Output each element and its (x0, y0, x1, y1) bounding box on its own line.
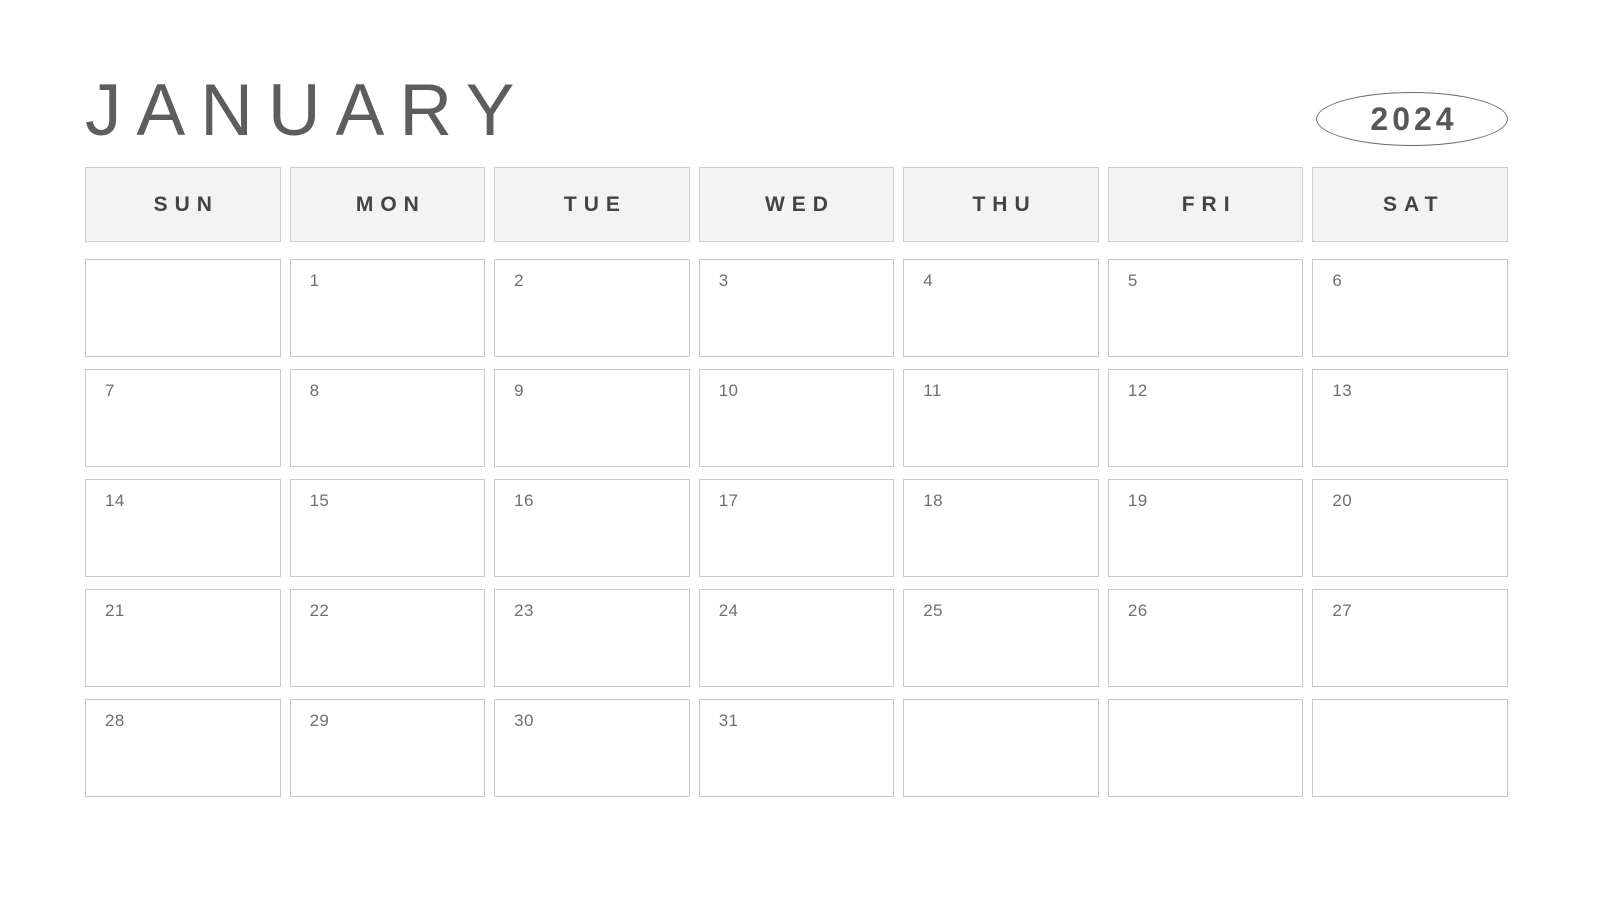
date-number: 12 (1127, 381, 1148, 400)
date-cell[interactable]: 20 (1312, 479, 1508, 577)
week-row: 1 2 3 4 5 6 (85, 259, 1508, 357)
calendar-grid: SUN MON TUE WED THU FRI SAT 1 2 3 4 5 6 … (85, 167, 1508, 797)
date-cell[interactable]: 30 (494, 699, 690, 797)
date-cell[interactable]: 15 (289, 479, 486, 577)
date-cell[interactable]: 10 (698, 369, 895, 467)
week-row: 14 15 16 17 18 19 20 (85, 479, 1508, 577)
date-number: 23 (514, 601, 534, 620)
date-cell[interactable]: 2 (494, 259, 690, 357)
date-cell[interactable] (1312, 699, 1508, 797)
page-title: JANUARY (85, 70, 530, 151)
date-number: 30 (514, 711, 534, 730)
date-cell[interactable]: 29 (289, 699, 486, 797)
date-number: 21 (105, 601, 125, 620)
date-cell[interactable]: 11 (903, 369, 1099, 467)
date-cell[interactable]: 6 (1312, 259, 1508, 357)
date-number: 4 (923, 271, 934, 290)
date-number: 8 (309, 381, 320, 400)
date-number: 31 (718, 711, 739, 730)
date-number: 18 (923, 491, 943, 510)
weekday-header-sun: SUN (85, 167, 281, 242)
date-number: 7 (105, 381, 115, 400)
weekday-header-thu: THU (903, 167, 1099, 242)
date-cell[interactable]: 23 (494, 589, 690, 687)
date-cell[interactable]: 22 (289, 589, 486, 687)
weekday-header-row: SUN MON TUE WED THU FRI SAT (85, 167, 1508, 242)
date-cell[interactable]: 8 (289, 369, 486, 467)
weekday-header-fri: FRI (1107, 167, 1304, 242)
weekday-label: MON (355, 192, 426, 216)
date-number: 26 (1127, 601, 1148, 620)
date-cell[interactable] (85, 259, 281, 357)
weekday-header-mon: MON (289, 167, 486, 242)
date-cell[interactable]: 27 (1312, 589, 1508, 687)
date-number: 6 (1332, 271, 1343, 290)
date-number: 9 (514, 381, 524, 400)
date-cell[interactable]: 28 (85, 699, 281, 797)
date-cell[interactable]: 17 (698, 479, 895, 577)
weekday-label: THU (972, 192, 1037, 216)
date-number: 17 (718, 491, 739, 510)
date-number: 3 (718, 271, 729, 290)
date-number: 28 (105, 711, 125, 730)
date-cell[interactable]: 4 (903, 259, 1099, 357)
date-cell[interactable]: 3 (698, 259, 895, 357)
date-cell[interactable]: 7 (85, 369, 281, 467)
date-cell[interactable]: 26 (1107, 589, 1304, 687)
weekday-label: WED (764, 192, 835, 216)
date-number: 10 (718, 381, 739, 400)
date-cell[interactable]: 5 (1107, 259, 1304, 357)
date-cell[interactable]: 21 (85, 589, 281, 687)
date-number: 15 (309, 491, 330, 510)
date-cell[interactable]: 31 (698, 699, 895, 797)
weekday-label: TUE (563, 192, 627, 216)
date-number: 29 (309, 711, 330, 730)
date-number: 25 (923, 601, 943, 620)
date-cell[interactable]: 25 (903, 589, 1099, 687)
weekday-label: SAT (1382, 192, 1445, 216)
date-number: 14 (105, 491, 125, 510)
weekday-label: FRI (1181, 192, 1237, 216)
date-cell[interactable]: 24 (698, 589, 895, 687)
date-number: 5 (1127, 271, 1138, 290)
date-cell[interactable]: 13 (1312, 369, 1508, 467)
date-cell[interactable]: 1 (289, 259, 486, 357)
date-number: 27 (1332, 601, 1353, 620)
weekday-header-tue: TUE (494, 167, 690, 242)
date-cell[interactable]: 9 (494, 369, 690, 467)
date-number: 16 (514, 491, 534, 510)
date-cell[interactable]: 16 (494, 479, 690, 577)
date-cell[interactable]: 14 (85, 479, 281, 577)
date-cell[interactable]: 12 (1107, 369, 1304, 467)
date-number: 11 (923, 381, 942, 400)
date-cell[interactable] (903, 699, 1099, 797)
date-cell[interactable]: 18 (903, 479, 1099, 577)
date-number: 2 (514, 271, 524, 290)
weekday-header-wed: WED (698, 167, 895, 242)
year-label: 2024 (1370, 100, 1458, 137)
date-number: 19 (1127, 491, 1148, 510)
date-cell[interactable]: 19 (1107, 479, 1304, 577)
date-number: 1 (309, 271, 320, 290)
date-cell[interactable] (1107, 699, 1304, 797)
week-row: 7 8 9 10 11 12 13 (85, 369, 1508, 467)
weekday-header-sat: SAT (1312, 167, 1508, 242)
date-number: 20 (1332, 491, 1353, 510)
weekday-label: SUN (153, 192, 219, 216)
week-row: 21 22 23 24 25 26 27 (85, 589, 1508, 687)
week-row: 28 29 30 31 (85, 699, 1508, 797)
year-badge: 2024 (1316, 92, 1508, 146)
calendar-page: JANUARY 2024 SUN MON TUE WED THU FRI SAT… (0, 0, 1600, 900)
date-number: 13 (1332, 381, 1353, 400)
calendar-header: JANUARY 2024 (85, 66, 1508, 156)
date-number: 24 (718, 601, 739, 620)
date-number: 22 (309, 601, 330, 620)
